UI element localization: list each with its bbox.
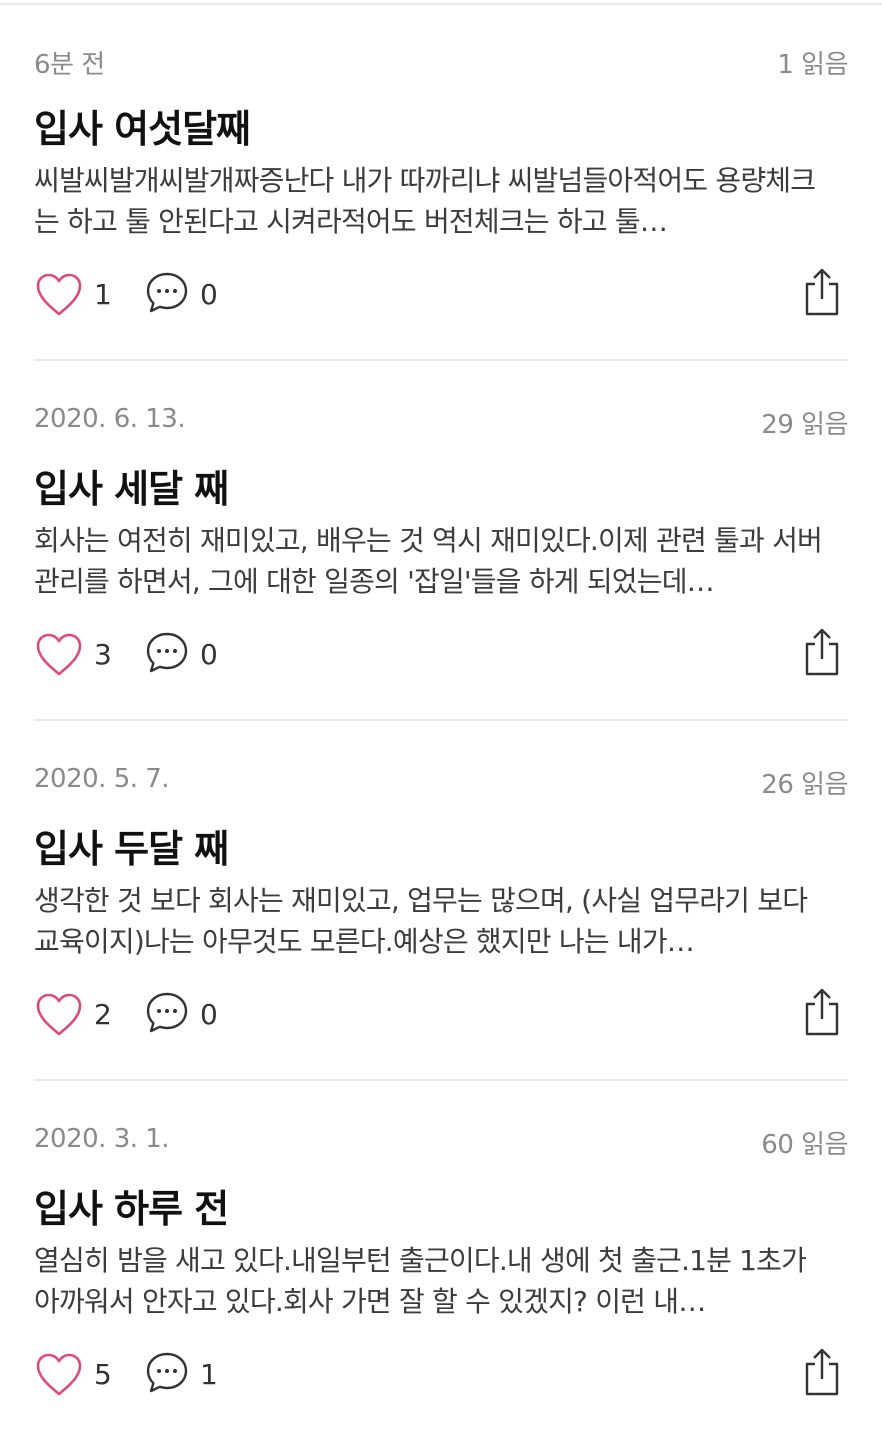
comment-count: 0 bbox=[200, 998, 218, 1031]
heart-outline-icon[interactable] bbox=[34, 990, 84, 1040]
post-read-count: 26 읽음 bbox=[761, 770, 848, 800]
post-meta: 2020. 3. 1. 60 읽음 bbox=[34, 1124, 848, 1160]
post-read-count: 1 읽음 bbox=[777, 50, 848, 80]
post-title[interactable]: 입사 하루 전 bbox=[34, 1178, 229, 1233]
comment-count: 0 bbox=[200, 638, 218, 671]
post-card[interactable]: 2020. 3. 1. 60 읽음 입사 하루 전 열심히 밤을 새고 있다.내… bbox=[34, 1080, 848, 1440]
post-excerpt[interactable]: 열심히 밤을 새고 있다.내일부턴 출근이다.내 생에 첫 출근.1분 1초가 … bbox=[34, 1240, 824, 1322]
post-meta: 6분 전 1 읽음 bbox=[34, 44, 848, 80]
post-meta: 2020. 5. 7. 26 읽음 bbox=[34, 764, 848, 800]
post-title[interactable]: 입사 여섯달째 bbox=[34, 98, 251, 153]
post-excerpt[interactable]: 회사는 여전히 재미있고, 배우는 것 역시 재미있다.이제 관련 툴과 서버 … bbox=[34, 520, 824, 602]
post-date: 6분 전 bbox=[34, 50, 105, 80]
post-excerpt[interactable]: 생각한 것 보다 회사는 재미있고, 업무는 많으며, (사실 업무라기 보다 … bbox=[34, 880, 824, 962]
share-upload-icon[interactable] bbox=[802, 266, 842, 318]
comment-count: 0 bbox=[200, 278, 218, 311]
share-upload-icon[interactable] bbox=[802, 1346, 842, 1398]
post-read-count: 60 읽음 bbox=[761, 1130, 848, 1160]
like-count: 1 bbox=[94, 278, 112, 311]
post-date: 2020. 6. 13. bbox=[34, 404, 186, 434]
post-actions: 2 0 bbox=[34, 986, 848, 1046]
heart-outline-icon[interactable] bbox=[34, 270, 84, 320]
share-upload-icon[interactable] bbox=[802, 986, 842, 1038]
heart-outline-icon[interactable] bbox=[34, 630, 84, 680]
post-meta: 2020. 6. 13. 29 읽음 bbox=[34, 404, 848, 440]
comment-count: 1 bbox=[200, 1358, 218, 1391]
like-count: 3 bbox=[94, 638, 112, 671]
post-actions: 1 0 bbox=[34, 266, 848, 326]
heart-outline-icon[interactable] bbox=[34, 1350, 84, 1400]
post-excerpt[interactable]: 씨발씨발개씨발개짜증난다 내가 따까리냐 씨발넘들아적어도 용량체크는 하고 툴… bbox=[34, 160, 824, 242]
post-card[interactable]: 6분 전 1 읽음 입사 여섯달째 씨발씨발개씨발개짜증난다 내가 따까리냐 씨… bbox=[34, 0, 848, 361]
speech-bubble-ellipsis-icon[interactable] bbox=[144, 270, 190, 316]
post-actions: 5 1 bbox=[34, 1346, 848, 1406]
speech-bubble-ellipsis-icon[interactable] bbox=[144, 1350, 190, 1396]
post-title[interactable]: 입사 두달 째 bbox=[34, 818, 229, 873]
post-read-count: 29 읽음 bbox=[761, 410, 848, 440]
post-date: 2020. 5. 7. bbox=[34, 764, 170, 794]
share-upload-icon[interactable] bbox=[802, 626, 842, 678]
post-card[interactable]: 2020. 6. 13. 29 읽음 입사 세달 째 회사는 여전히 재미있고,… bbox=[34, 360, 848, 721]
like-count: 2 bbox=[94, 998, 112, 1031]
post-date: 2020. 3. 1. bbox=[34, 1124, 170, 1154]
post-title[interactable]: 입사 세달 째 bbox=[34, 458, 229, 513]
post-card[interactable]: 2020. 5. 7. 26 읽음 입사 두달 째 생각한 것 보다 회사는 재… bbox=[34, 720, 848, 1081]
speech-bubble-ellipsis-icon[interactable] bbox=[144, 630, 190, 676]
like-count: 5 bbox=[94, 1358, 112, 1391]
speech-bubble-ellipsis-icon[interactable] bbox=[144, 990, 190, 1036]
post-actions: 3 0 bbox=[34, 626, 848, 686]
